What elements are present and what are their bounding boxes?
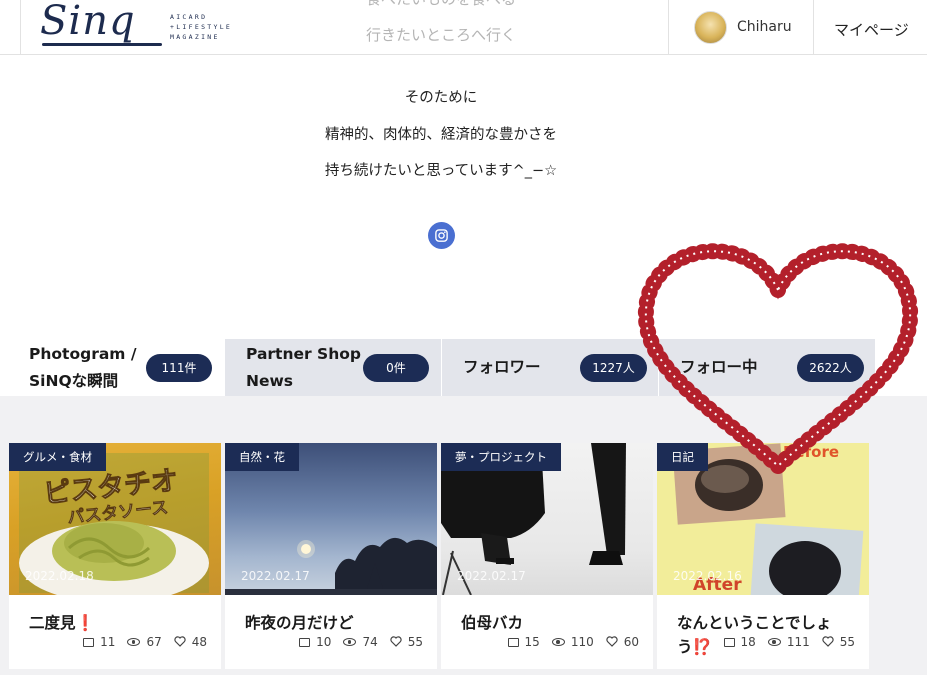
like-count: 55: [839, 635, 855, 649]
avatar[interactable]: [694, 10, 727, 44]
user-menu[interactable]: Chiharu: [694, 10, 792, 44]
tab-followers[interactable]: フォロワー 1227人: [442, 339, 659, 396]
post-title[interactable]: 二度見❗: [29, 611, 214, 635]
tab-partner-shop-news[interactable]: Partner Shop News 0件: [225, 339, 442, 396]
like-count: 48: [191, 635, 207, 649]
logo-tagline: AICARD +LIFESTYLE MAGAZINE: [170, 13, 233, 41]
comment-count: 18: [740, 635, 756, 649]
bio-line: そのために: [404, 90, 478, 106]
comment-count: 11: [100, 635, 116, 649]
post-title[interactable]: 昨夜の月だけど: [245, 611, 430, 635]
like-count: 60: [623, 635, 639, 649]
tab-label: Photogram / SiNQな瞬間: [29, 344, 137, 390]
logo-underline: [42, 43, 162, 46]
post-title[interactable]: 伯母バカ: [461, 611, 646, 635]
view-count: 110: [570, 635, 594, 649]
view-icon: [127, 638, 141, 646]
category-badge[interactable]: グルメ・食材: [9, 443, 106, 471]
comment-count: 10: [316, 635, 332, 649]
view-icon: [767, 638, 781, 646]
site-header: Sinq AICARD +LIFESTYLE MAGAZINE 食べたいものを食…: [0, 0, 927, 55]
nav-line-2: 行きたいところへ行く: [366, 26, 517, 44]
sinq-logo[interactable]: Sinq AICARD +LIFESTYLE MAGAZINE: [40, 0, 260, 52]
post-date: 2022.02.17: [241, 569, 310, 583]
heart-icon: [822, 636, 834, 648]
post-stats: 11 67 48: [71, 635, 207, 649]
bio-line: 精神的、肉体的、経済的な豊かさを: [325, 126, 557, 143]
post-stats: 18 111 55: [712, 635, 855, 649]
comment-icon: [723, 637, 735, 647]
comment-icon: [83, 637, 95, 647]
comment-count: 15: [524, 635, 540, 649]
tab-label: Partner Shop News: [246, 344, 361, 390]
category-badge[interactable]: 夢・プロジェクト: [441, 443, 561, 471]
heart-icon: [174, 636, 186, 648]
user-name[interactable]: Chiharu: [737, 19, 792, 35]
post-date: 2022.02.17: [457, 569, 526, 583]
profile-bio: そのために 精神的、肉体的、経済的な豊かさを 持ち続けたいと思っています^_−☆: [0, 86, 882, 196]
view-count: 74: [362, 635, 378, 649]
header-divider: [20, 0, 21, 55]
post-stats: 15 110 60: [496, 635, 639, 649]
tab-label: フォロワー: [463, 358, 541, 376]
comment-icon: [299, 637, 311, 647]
post-card[interactable]: 夢・プロジェクト 2022.02.17 伯母バカ 15 110 60: [441, 443, 653, 669]
heart-icon: [606, 636, 618, 648]
tab-photogram[interactable]: Photogram / SiNQな瞬間 111件: [8, 339, 225, 396]
count-badge: 0件: [363, 354, 429, 382]
like-count: 55: [407, 635, 423, 649]
lace-heart-icon: [630, 232, 927, 482]
category-badge[interactable]: 自然・花: [225, 443, 299, 471]
comment-icon: [507, 637, 519, 647]
view-icon: [343, 638, 357, 646]
count-badge: 111件: [146, 354, 212, 382]
post-thumbnail[interactable]: ピスタチオ パスタソース グルメ・食材 2022.02.18: [9, 443, 221, 595]
nav-line-1: 食べたいものを食べる: [366, 0, 516, 9]
header-divider: [813, 0, 814, 55]
post-card[interactable]: 自然・花 2022.02.17 昨夜の月だけど 10 74 55: [225, 443, 437, 669]
heart-icon: [390, 636, 402, 648]
post-card[interactable]: ピスタチオ パスタソース グルメ・食材 2022.02.18 二度見❗ 11 6…: [9, 443, 221, 669]
view-icon: [551, 638, 565, 646]
logo-wordmark: Sinq: [40, 0, 136, 44]
post-date: 2022.02.18: [25, 569, 94, 583]
bio-line: 持ち続けたいと思っています^_−☆: [324, 163, 558, 179]
post-date: 2022.02.16: [673, 569, 742, 583]
post-thumbnail[interactable]: 夢・プロジェクト 2022.02.17: [441, 443, 653, 595]
mypage-link[interactable]: マイページ: [834, 19, 909, 40]
header-divider: [668, 0, 669, 55]
instagram-icon[interactable]: [428, 222, 455, 249]
view-count: 111: [786, 635, 810, 649]
post-thumbnail[interactable]: 自然・花 2022.02.17: [225, 443, 437, 595]
post-stats: 10 74 55: [287, 635, 423, 649]
view-count: 67: [146, 635, 162, 649]
